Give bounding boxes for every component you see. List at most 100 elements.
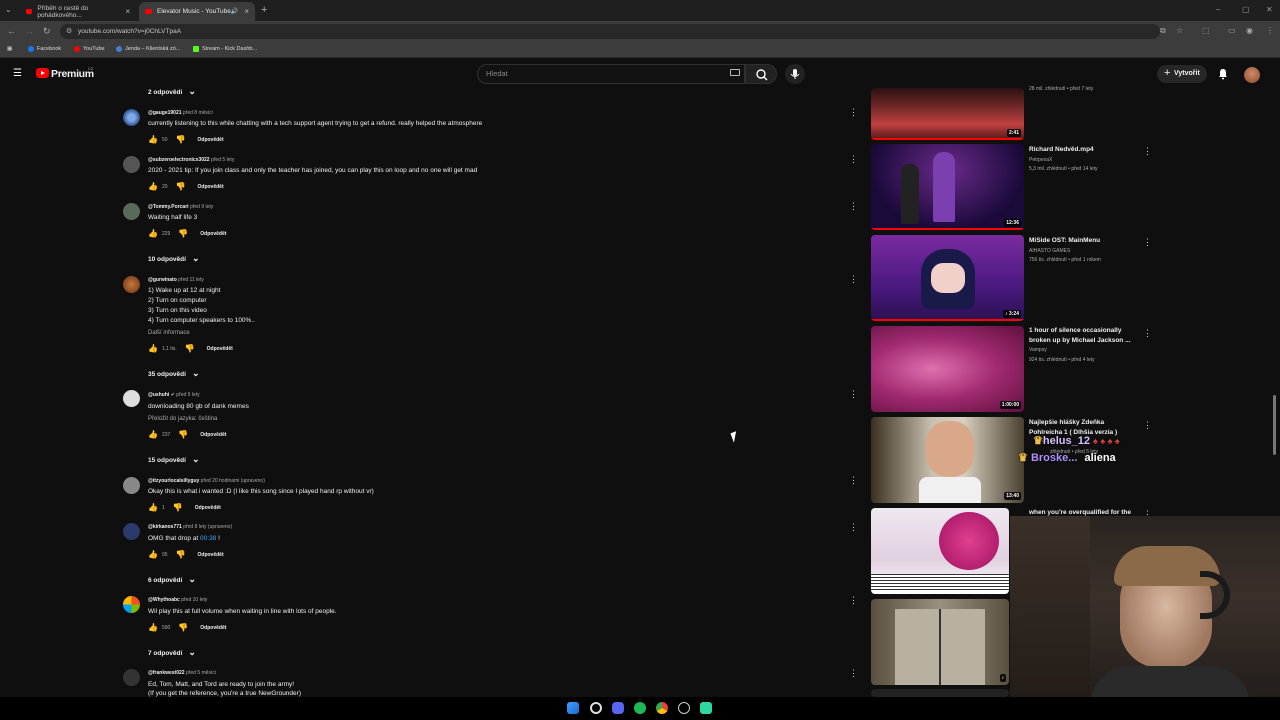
- avatar[interactable]: [123, 523, 140, 540]
- video-menu-icon[interactable]: ⋮: [1143, 237, 1152, 248]
- avatar[interactable]: [123, 203, 140, 220]
- comment-menu-icon[interactable]: ⋮: [849, 523, 858, 532]
- avatar[interactable]: [123, 596, 140, 613]
- chrome-icon[interactable]: [656, 702, 668, 714]
- video-title[interactable]: MiSide OST: MainMenu: [1029, 236, 1137, 246]
- search-input[interactable]: Hledat: [477, 64, 745, 84]
- comment-menu-icon[interactable]: ⋮: [849, 275, 858, 284]
- like-icon[interactable]: 👍: [148, 182, 158, 191]
- video-menu-icon[interactable]: ⋮: [1143, 328, 1152, 339]
- account-avatar[interactable]: [1244, 67, 1260, 83]
- avatar[interactable]: [123, 276, 140, 293]
- bookmark-star-icon[interactable]: ☆: [1176, 26, 1183, 35]
- site-info-icon[interactable]: ⚙: [66, 27, 72, 35]
- comment-menu-icon[interactable]: ⋮: [849, 669, 858, 678]
- comment-menu-icon[interactable]: ⋮: [849, 155, 858, 164]
- comment-menu-icon[interactable]: ⋮: [849, 108, 858, 117]
- video-thumbnail[interactable]: ♪ 3:24: [871, 235, 1024, 321]
- video-title[interactable]: 1 hour of silence occasionally broken up…: [1029, 326, 1137, 345]
- bookmark-jenda[interactable]: Jenda – Klientská zó...: [116, 46, 180, 52]
- replies-toggle[interactable]: 10 odpovědí: [148, 253, 199, 264]
- bookmark-youtube[interactable]: YouTube: [74, 46, 105, 52]
- reply-button[interactable]: Odpovědět: [198, 184, 224, 190]
- like-icon[interactable]: 👍: [148, 550, 158, 559]
- comment-author[interactable]: @frankwest022: [148, 670, 185, 676]
- youtube-logo-icon[interactable]: [36, 68, 49, 78]
- avatar[interactable]: [123, 669, 140, 686]
- timestamp-link[interactable]: 00:38: [200, 535, 216, 542]
- video-menu-icon[interactable]: ⋮: [1143, 146, 1152, 157]
- video-channel[interactable]: Vampsy: [1029, 346, 1139, 356]
- like-icon[interactable]: 👍: [148, 503, 158, 512]
- video-thumbnail[interactable]: [871, 508, 1009, 594]
- keyboard-icon[interactable]: [730, 69, 740, 76]
- hamburger-menu-icon[interactable]: ☰: [13, 68, 22, 79]
- like-icon[interactable]: 👍: [148, 623, 158, 632]
- like-icon[interactable]: 👍: [148, 344, 158, 353]
- reply-button[interactable]: Odpovědět: [207, 346, 233, 352]
- video-title[interactable]: Richard Nedvěd.mp4: [1029, 145, 1137, 155]
- browser-menu-icon[interactable]: ⋮: [1266, 26, 1274, 35]
- split-view-icon[interactable]: ▭: [1228, 26, 1236, 35]
- comment-menu-icon[interactable]: ⋮: [849, 390, 858, 399]
- translate-link[interactable]: Přeložit do jazyka: čeština: [148, 414, 217, 424]
- dislike-icon[interactable]: 👎: [176, 182, 186, 191]
- voice-search-button[interactable]: [785, 64, 805, 84]
- avatar[interactable]: [123, 390, 140, 407]
- comment-author[interactable]: @gauge19021: [148, 110, 182, 116]
- scrollbar-thumb[interactable]: [1273, 395, 1276, 455]
- avatar[interactable]: [123, 109, 140, 126]
- comment-author[interactable]: @itzyourlocalsillyguy: [148, 478, 199, 484]
- comment-menu-icon[interactable]: ⋮: [849, 202, 858, 211]
- notifications-bell-icon[interactable]: [1217, 68, 1229, 80]
- video-thumbnail[interactable]: ♪: [871, 599, 1009, 685]
- reload-icon[interactable]: ↻: [43, 26, 51, 37]
- search-button[interactable]: [745, 64, 777, 84]
- comment-time[interactable]: před 5 lety: [211, 157, 234, 163]
- reply-button[interactable]: Odpovědět: [195, 505, 221, 511]
- reply-button[interactable]: Odpovědět: [200, 432, 226, 438]
- comment-time[interactable]: před 20 hodinami (upraveno): [201, 478, 265, 484]
- reply-button[interactable]: Odpovědět: [198, 552, 224, 558]
- profile-icon[interactable]: ◉: [1246, 26, 1253, 35]
- video-thumbnail[interactable]: 1:00:00: [871, 326, 1024, 412]
- video-menu-icon[interactable]: ⋮: [1143, 420, 1152, 431]
- dislike-icon[interactable]: 👎: [178, 623, 188, 632]
- bookmark-facebook[interactable]: Facebook: [28, 46, 61, 52]
- replies-toggle[interactable]: 15 odpovědí: [148, 454, 199, 465]
- comment-time[interactable]: před 9 lety: [190, 204, 213, 210]
- back-icon[interactable]: ←: [7, 26, 16, 36]
- comment-time[interactable]: před 9 lety: [176, 392, 199, 398]
- read-more-link[interactable]: Další informace: [148, 328, 190, 338]
- forward-icon[interactable]: →: [25, 26, 34, 36]
- windows-start-icon[interactable]: [567, 702, 579, 714]
- install-app-icon[interactable]: ⧉: [1160, 26, 1166, 36]
- reply-button[interactable]: Odpovědět: [200, 231, 226, 237]
- settings-icon[interactable]: [678, 702, 690, 714]
- dislike-icon[interactable]: 👎: [178, 430, 188, 439]
- discord-icon[interactable]: [612, 702, 624, 714]
- address-bar[interactable]: youtube.com/watch?v=j0ChLVTpaA: [60, 24, 1160, 39]
- dislike-icon[interactable]: 👎: [176, 550, 186, 559]
- comment-time[interactable]: před 11 lety: [178, 277, 204, 283]
- video-thumbnail[interactable]: 12:36: [871, 144, 1024, 230]
- speaker-icon[interactable]: 🔊: [231, 8, 238, 15]
- comment-menu-icon[interactable]: ⋮: [849, 476, 858, 485]
- apps-grid-icon[interactable]: ▦: [7, 46, 12, 52]
- like-icon[interactable]: 👍: [148, 229, 158, 238]
- dislike-icon[interactable]: 👎: [185, 344, 195, 353]
- minimize-icon[interactable]: –: [1216, 5, 1220, 14]
- comment-author[interactable]: @kirkanos771: [148, 524, 182, 530]
- replies-toggle[interactable]: 7 odpovědí: [148, 647, 196, 658]
- video-thumbnail[interactable]: 2:41: [871, 88, 1024, 140]
- close-window-icon[interactable]: ✕: [1266, 5, 1273, 14]
- comment-time[interactable]: před 8 lety (upraveno): [183, 524, 232, 530]
- comment-time[interactable]: před 5 měsíci: [186, 670, 216, 676]
- dislike-icon[interactable]: 👎: [178, 229, 188, 238]
- comment-time[interactable]: před 8 měsíci: [183, 110, 213, 116]
- new-tab-icon[interactable]: +: [261, 4, 267, 16]
- video-thumbnail[interactable]: 13:40: [871, 417, 1024, 503]
- tab-search-icon[interactable]: ⌄: [5, 5, 12, 14]
- avatar[interactable]: [123, 477, 140, 494]
- close-tab-icon[interactable]: ×: [244, 7, 249, 16]
